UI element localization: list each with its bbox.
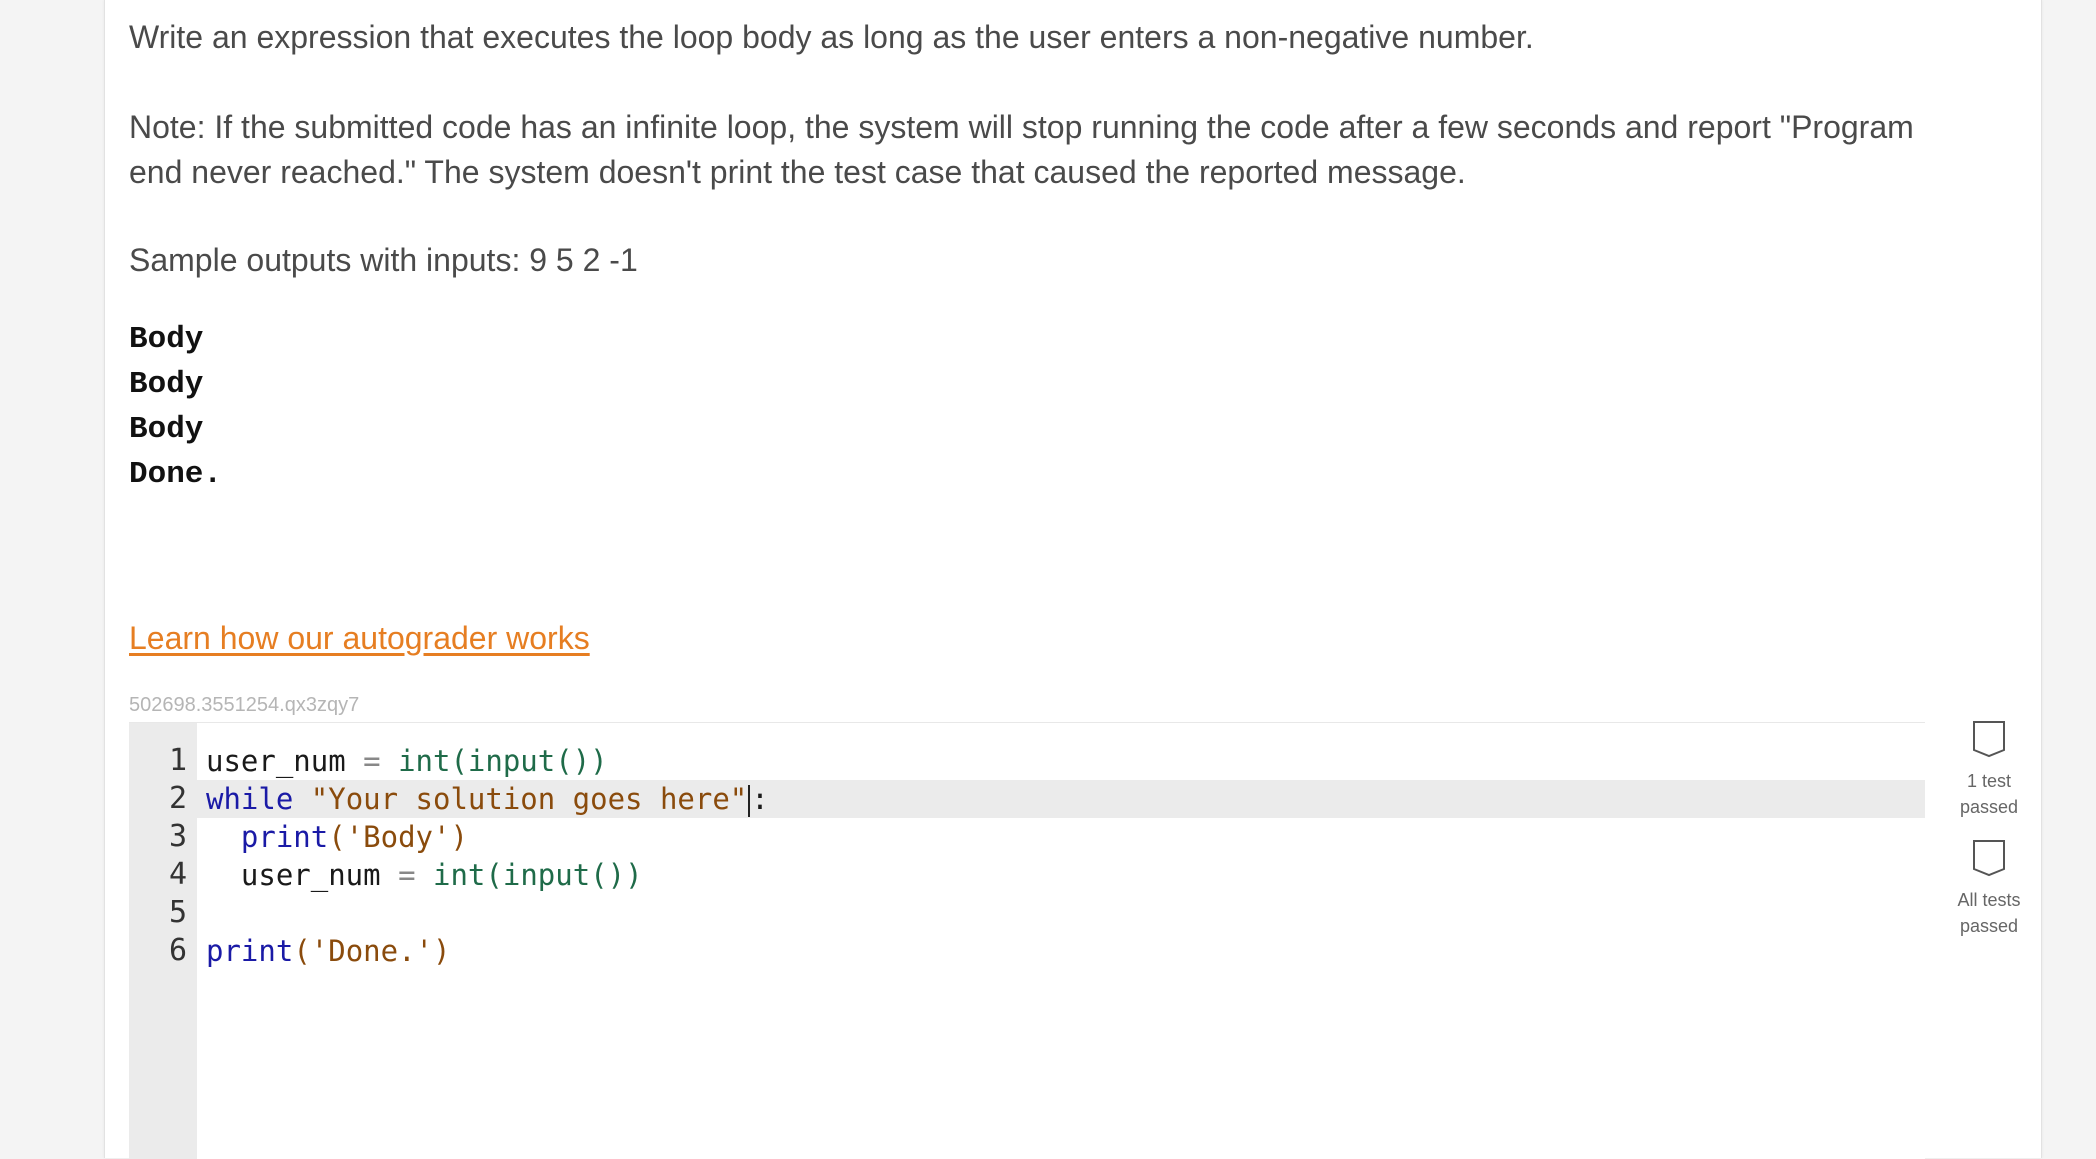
status-label-line: passed [1959, 797, 2019, 817]
code-text[interactable]: user_num = int(input()) [206, 742, 608, 780]
code-text[interactable]: print('Body') [206, 818, 468, 856]
line-number: 1 [168, 743, 187, 778]
code-token-string: "Your solution goes here" [310, 782, 748, 816]
code-line-5[interactable]: 5 [129, 894, 1925, 932]
status-label-line: All tests [1957, 890, 2021, 910]
note-text: Note: If the submitted code has an infin… [129, 105, 1914, 195]
line-number: 5 [168, 895, 187, 930]
line-number: 3 [168, 819, 187, 854]
line-number: 4 [168, 857, 187, 892]
code-text[interactable]: print('Done.') [206, 932, 450, 970]
code-token-variable: user_num [206, 744, 346, 778]
code-line-4[interactable]: 4 user_num = int(input()) [129, 856, 1925, 894]
sample-output-line: Body [129, 367, 204, 402]
code-editor[interactable]: 1 user_num = int(input()) 2 while "Your … [129, 722, 1925, 1159]
code-token-keyword: while [206, 782, 294, 816]
badge-empty-icon [1972, 720, 2006, 758]
status-label-line: 1 test [1966, 771, 2012, 791]
challenge-id: 502698.3551254.qx3zqy7 [129, 694, 360, 716]
sample-label: Sample outputs with inputs: 9 5 2 -1 [129, 242, 638, 278]
test-status-all: All tests passed [1929, 839, 2049, 939]
sample-output-line: Body [129, 412, 204, 447]
line-number: 6 [168, 933, 187, 968]
code-token-call: int(input()) [398, 744, 608, 778]
badge-empty-icon [1972, 839, 2006, 877]
code-token-string: ('Body') [328, 820, 468, 854]
instruction-text: Write an expression that executes the lo… [129, 19, 1534, 55]
sample-output-line: Done. [129, 457, 223, 492]
text-cursor [748, 785, 751, 817]
status-label-line: passed [1959, 916, 2019, 936]
note-line-1: Note: If the submitted code has an infin… [129, 109, 1914, 145]
autograder-link[interactable]: Learn how our autograder works [129, 616, 590, 661]
code-token-call: int(input()) [433, 858, 643, 892]
code-token-variable: user_num [240, 858, 381, 892]
test-status-one: 1 test passed [1929, 720, 2049, 820]
code-text[interactable]: while "Your solution goes here": [206, 780, 769, 818]
code-token-operator: = [363, 744, 381, 778]
code-token-function: print [240, 820, 329, 854]
sample-output-line: Body [129, 322, 204, 357]
code-line-2[interactable]: 2 while "Your solution goes here": [129, 780, 1925, 818]
code-line-6[interactable]: 6 print('Done.') [129, 932, 1925, 970]
code-token-colon: : [751, 782, 769, 816]
code-token-function: print [206, 934, 294, 968]
code-line-1[interactable]: 1 user_num = int(input()) [129, 742, 1925, 780]
note-line-2: end never reached." The system doesn't p… [129, 154, 1466, 190]
code-text[interactable]: user_num = int(input()) [206, 856, 643, 894]
line-number: 2 [168, 781, 187, 816]
code-token-operator: = [398, 858, 416, 892]
code-token-string: ('Done.') [293, 934, 451, 968]
sample-output: Body Body Body Done. [129, 317, 222, 497]
code-line-3[interactable]: 3 print('Body') [129, 818, 1925, 856]
